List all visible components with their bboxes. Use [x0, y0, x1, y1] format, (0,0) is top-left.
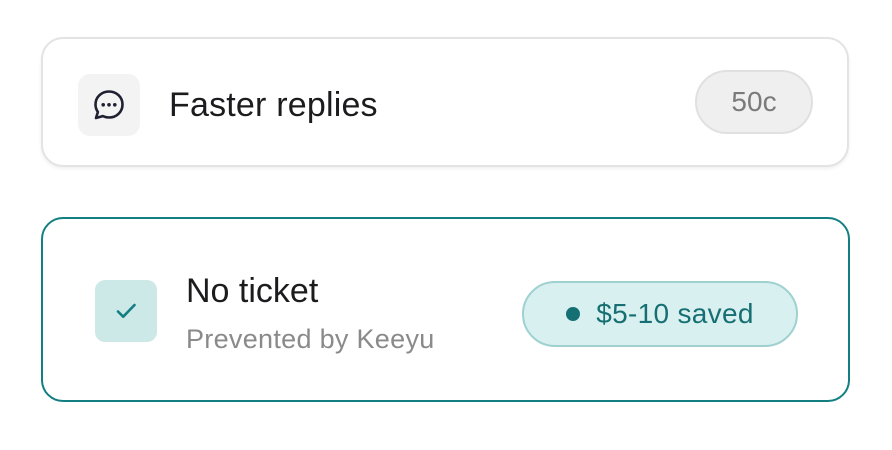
cost-badge: 50c [695, 70, 813, 134]
savings-badge: $5-10 saved [522, 281, 798, 347]
reward-list: Faster replies 50c No ticket Prevented b… [0, 0, 892, 450]
card-subtitle: Prevented by Keeyu [186, 324, 435, 354]
checkbox[interactable] [95, 280, 157, 342]
savings-label: $5-10 saved [596, 298, 754, 329]
card-title: Faster replies [169, 86, 378, 124]
status-dot-icon [566, 307, 581, 321]
faster-replies-card[interactable]: Faster replies 50c [41, 37, 849, 167]
chat-icon-tile [78, 74, 140, 136]
check-icon [116, 303, 136, 318]
no-ticket-card[interactable]: No ticket Prevented by Keeyu $5-10 saved [41, 217, 850, 402]
chat-bubble-icon [94, 90, 124, 120]
card-title: No ticket [186, 272, 319, 310]
